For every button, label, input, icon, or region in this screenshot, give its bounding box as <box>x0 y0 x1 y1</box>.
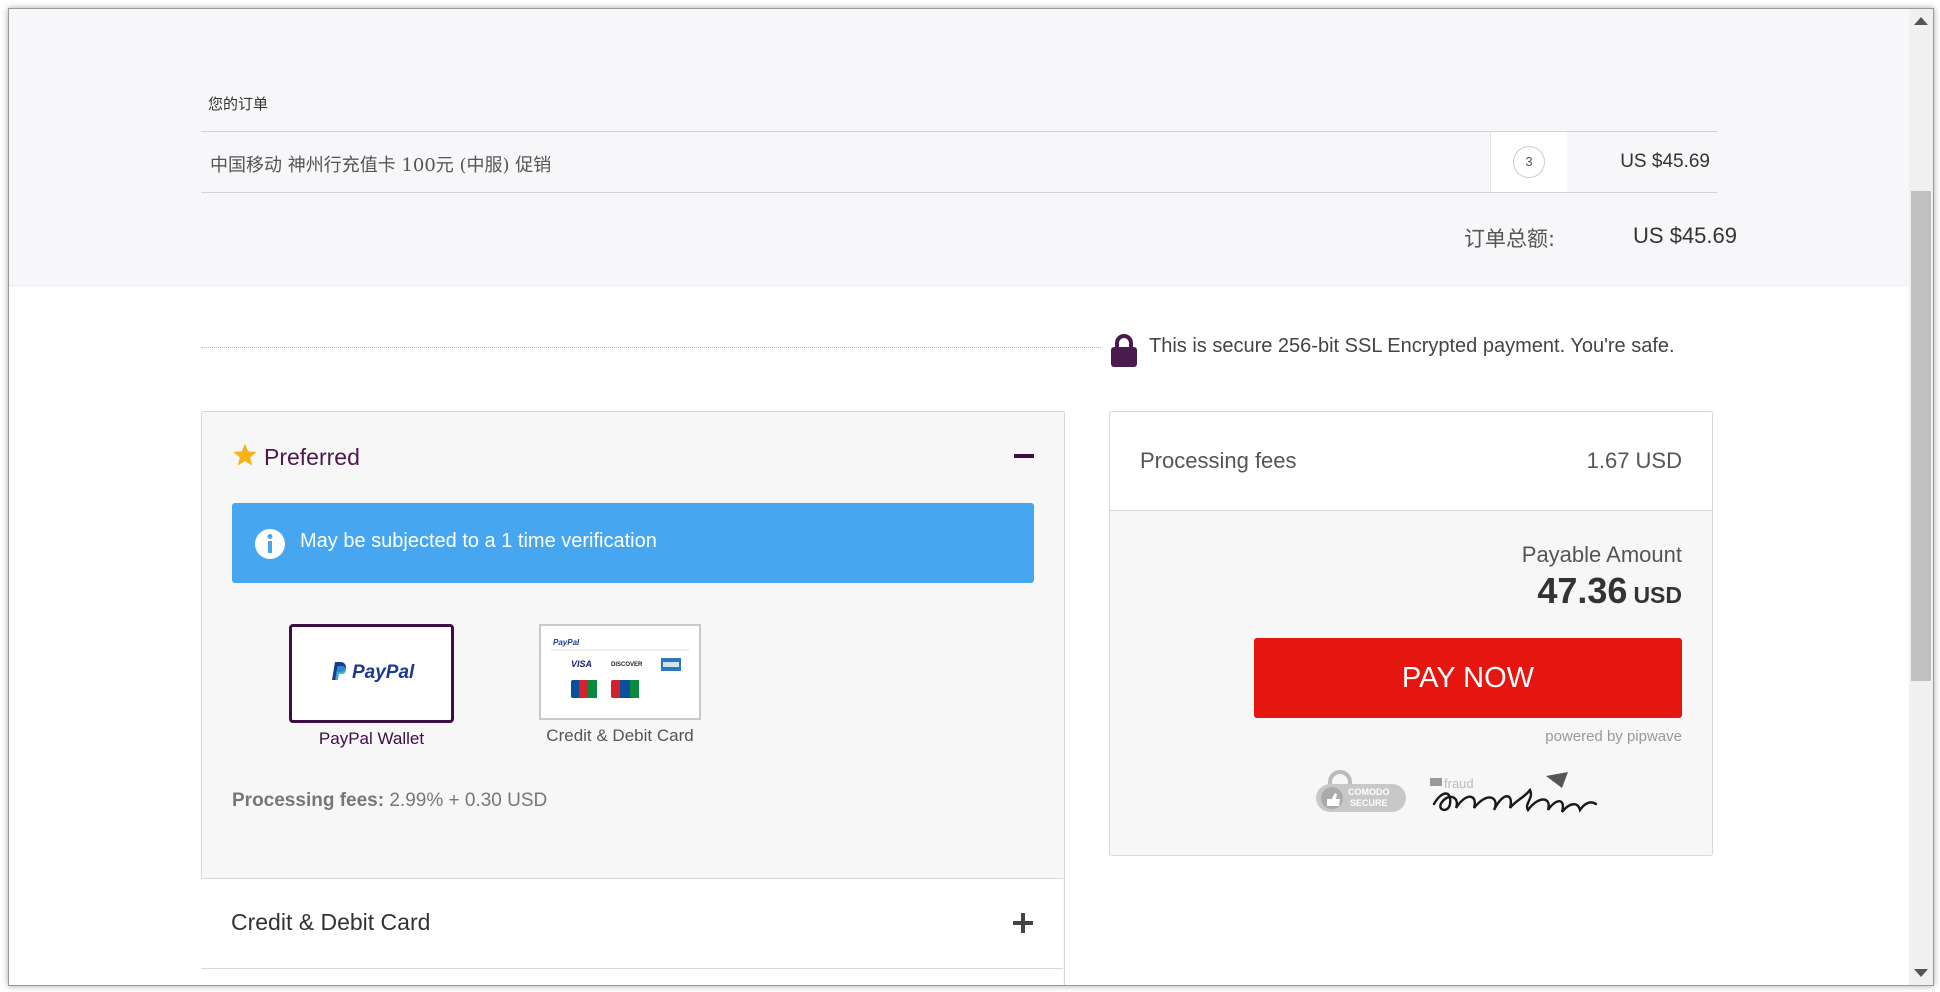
summary-fees-label: Processing fees <box>1140 448 1297 473</box>
payable-amount-number: 47.36 <box>1537 570 1628 611</box>
paypal-icon <box>331 662 346 680</box>
payable-amount: 47.36 USD <box>1537 570 1682 612</box>
secure-message: This is secure 256-bit SSL Encrypted pay… <box>1149 335 1675 357</box>
paypal-logo-text: PayPal <box>351 662 415 683</box>
credit-debit-title: Credit & Debit Card <box>231 909 431 935</box>
preferred-title: Preferred <box>264 444 360 470</box>
order-item-price: US $45.69 <box>1620 151 1710 172</box>
seller-signature-watermark: fraud <box>1430 772 1598 813</box>
method-paypal-wallet[interactable]: PayPal PayPal Wallet <box>289 624 454 749</box>
svg-text:PayPal: PayPal <box>553 638 580 647</box>
svg-text:VISA: VISA <box>571 659 592 669</box>
scrollbar[interactable] <box>1909 9 1933 985</box>
order-item-name: 中国移动 神州行充值卡 100元 (中服) 促销 <box>210 155 552 176</box>
method-label: PayPal Wallet <box>318 729 425 748</box>
order-summary: 您的订单 中国移动 神州行充值卡 100元 (中服) 促销 3 US $45.6… <box>9 9 1933 286</box>
order-table: 中国移动 神州行充值卡 100元 (中服) 促销 3 US $45.69 <box>201 131 1717 193</box>
payable-amount-label: Payable Amount <box>1521 542 1682 567</box>
lock-icon <box>1111 334 1137 367</box>
processing-fees-info: Processing fees: 2.99% + 0.30 USD <box>232 790 547 812</box>
next-section <box>201 968 1063 985</box>
order-total-value: US $45.69 <box>1633 223 1737 248</box>
expand-icon[interactable] <box>1013 913 1033 933</box>
payable-currency: USD <box>1633 582 1682 608</box>
scroll-up-icon[interactable] <box>1914 17 1928 25</box>
pay-now-button[interactable]: PAY NOW <box>1254 638 1682 718</box>
table-row: 中国移动 神州行充值卡 100元 (中服) 促销 3 US $45.69 <box>201 131 1717 193</box>
card-brands-icon: PayPal VISA DISCOVER <box>551 638 689 698</box>
verification-banner: May be subjected to a 1 time verificatio… <box>232 503 1034 583</box>
payment-summary-panel: Processing fees 1.67 USD Payable Amount … <box>1109 411 1713 856</box>
payment-methods-panel: Preferred May be subjected to a 1 time v… <box>201 411 1065 985</box>
info-icon <box>255 529 285 559</box>
order-total-label: 订单总额: <box>1464 227 1556 251</box>
paypal-logo-box: PayPal <box>289 624 454 723</box>
svg-text:DISCOVER: DISCOVER <box>611 662 643 668</box>
processing-fees-label: Processing fees: <box>232 790 385 811</box>
svg-text:fraud: fraud <box>1444 776 1474 791</box>
collapse-icon[interactable] <box>1014 454 1034 458</box>
scroll-thumb[interactable] <box>1911 191 1931 681</box>
scroll-down-icon[interactable] <box>1914 969 1928 977</box>
svg-text:COMODO: COMODO <box>1348 787 1390 797</box>
star-icon <box>233 443 257 466</box>
processing-fees-value: 2.99% + 0.30 USD <box>389 790 548 811</box>
method-credit-debit-card[interactable]: PayPal VISA DISCOVER Credit & Debit Card <box>539 624 701 746</box>
card-logos-box: PayPal VISA DISCOVER <box>539 624 701 720</box>
order-title: 您的订单 <box>208 96 269 113</box>
verification-text: May be subjected to a 1 time verificatio… <box>300 530 657 552</box>
browser-frame: 您的订单 中国移动 神州行充值卡 100元 (中服) 促销 3 US $45.6… <box>8 8 1934 986</box>
svg-text:SECURE: SECURE <box>1350 798 1388 808</box>
security-badges: COMODO SECURE fraud <box>1316 770 1598 813</box>
method-label: Credit & Debit Card <box>546 726 694 745</box>
quantity-badge: 3 <box>1513 146 1545 178</box>
divider <box>201 347 1101 348</box>
summary-fees-value: 1.67 USD <box>1586 448 1682 473</box>
credit-debit-section[interactable]: Credit & Debit Card <box>201 878 1063 969</box>
paypal-logo: PayPal <box>292 661 451 684</box>
comodo-secure-badge: COMODO SECURE <box>1316 770 1406 812</box>
processing-fees-row: Processing fees 1.67 USD <box>1110 412 1712 511</box>
powered-by: powered by pipwave <box>1545 728 1682 745</box>
quantity-cell: 3 <box>1490 132 1567 192</box>
